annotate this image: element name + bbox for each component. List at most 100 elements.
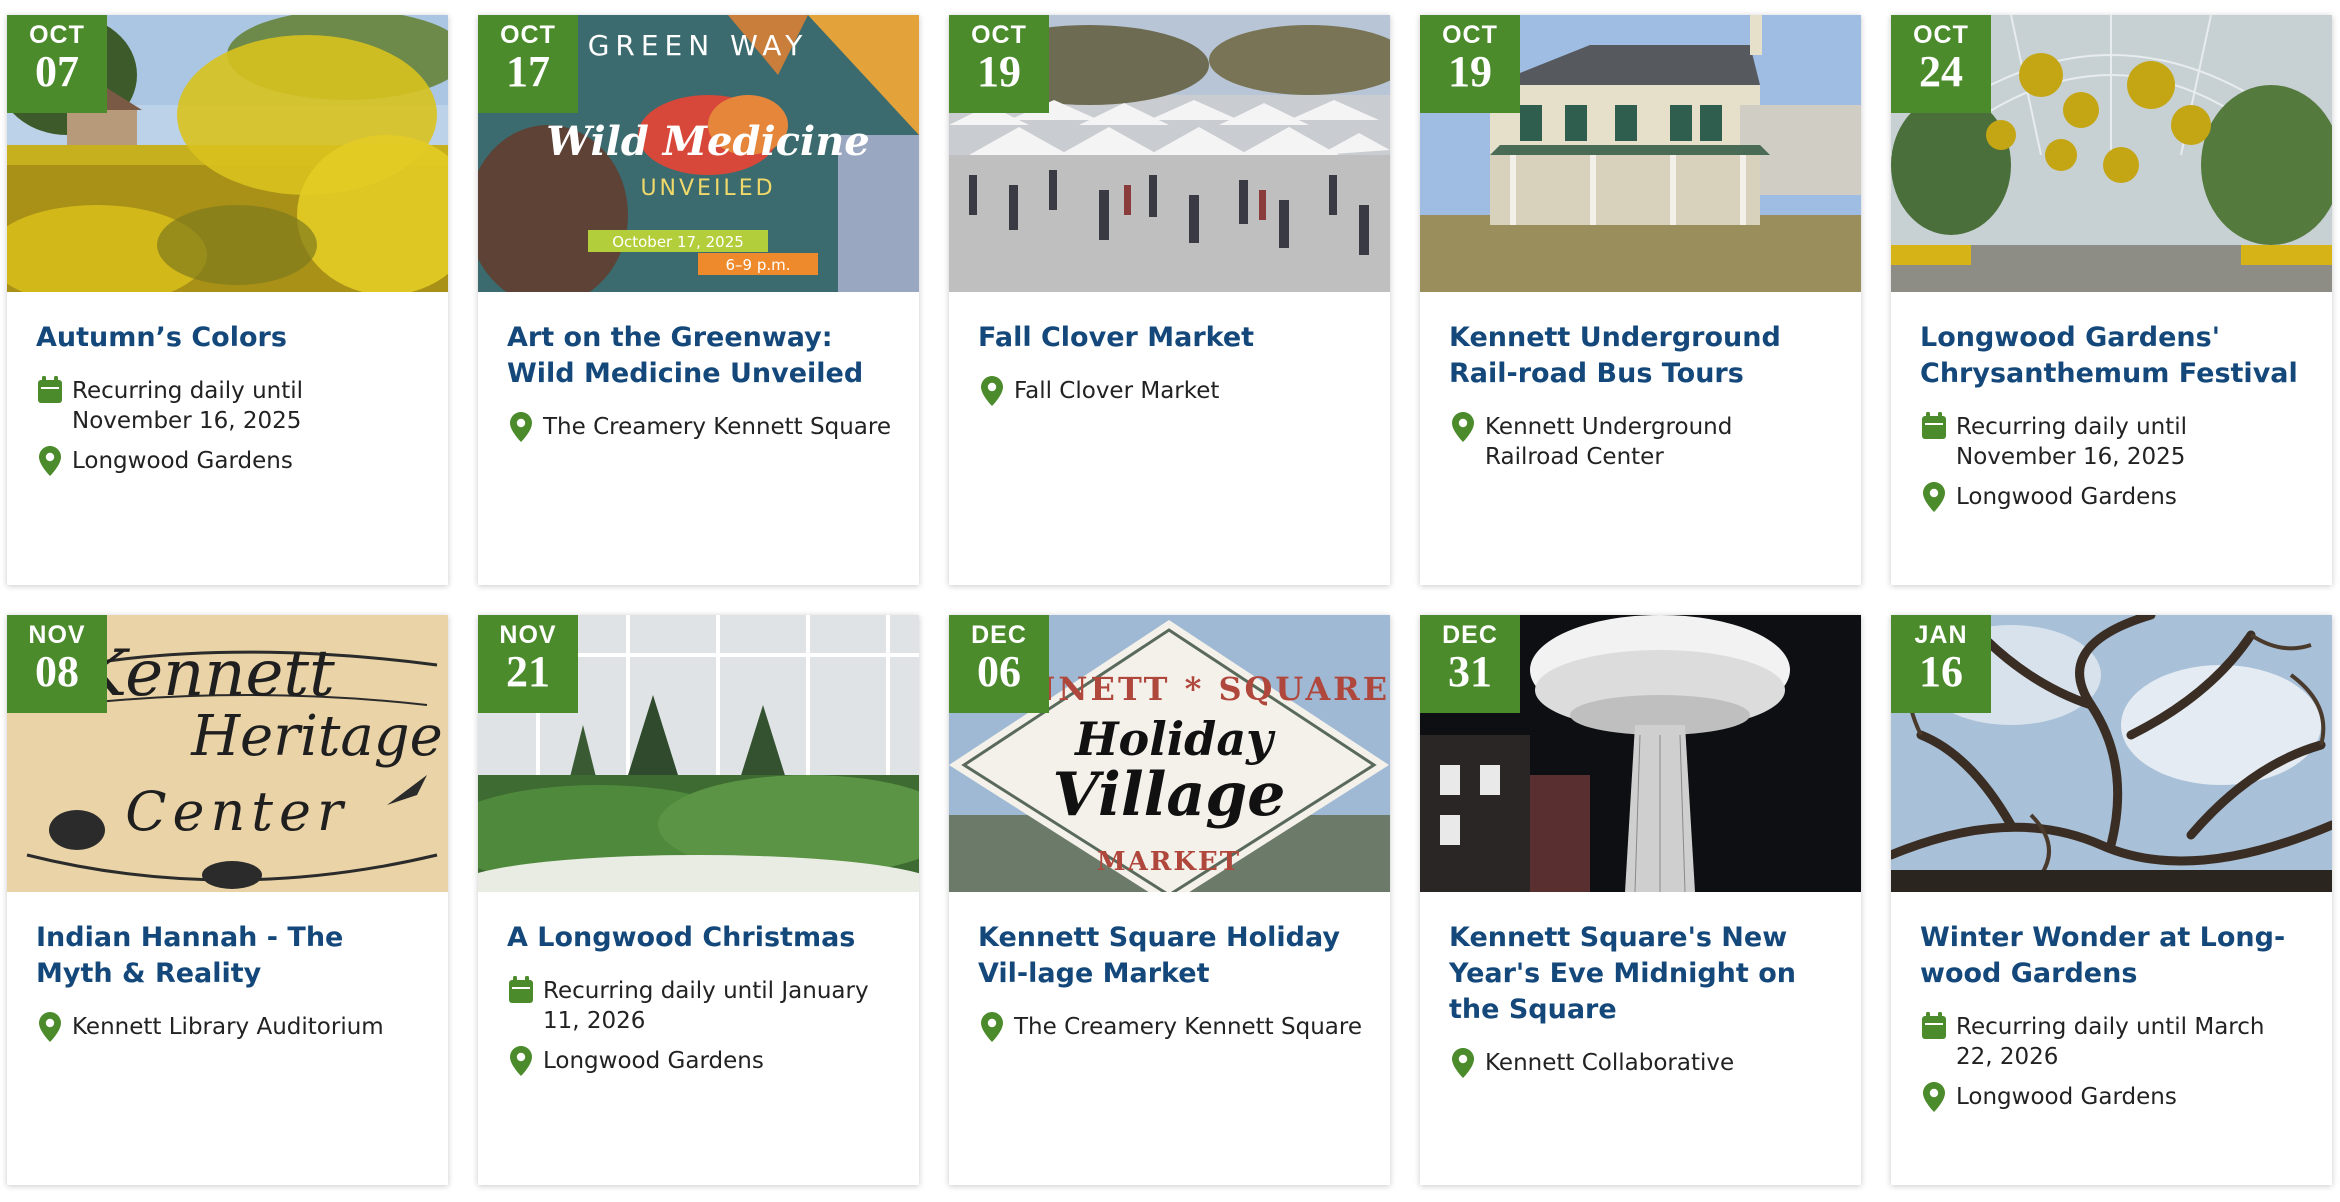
date-month: NOV	[499, 621, 557, 649]
recurring-text: Recurring daily until March 22, 2026	[1956, 1014, 2265, 1070]
location-text: The Creamery Kennett Square	[1014, 1014, 1362, 1040]
date-badge: OCT 17	[478, 15, 578, 113]
event-card[interactable]: OCT 19 Kennett Underground Rail-road Bus…	[1420, 15, 1861, 585]
event-card[interactable]: NOV 21 A Longwood Christmas Recurring da…	[478, 615, 919, 1185]
date-day: 17	[506, 47, 550, 96]
date-month: OCT	[971, 21, 1027, 49]
event-title[interactable]: Longwood Gardens' Chrysanthemum Festival	[1920, 320, 2304, 392]
event-image[interactable]: DEC 31	[1420, 615, 1861, 892]
date-badge: NOV 08	[7, 615, 107, 713]
sign-middle-2: Village	[1053, 760, 1286, 830]
poster-date: October 17, 2025	[612, 233, 744, 251]
date-day: 24	[1919, 47, 1963, 96]
location-info: The Creamery Kennett Square	[507, 412, 891, 442]
calendar-icon	[36, 376, 64, 406]
event-title[interactable]: Kennett Square's New Year's Eve Midnight…	[1449, 920, 1833, 1028]
calendar-icon	[1920, 412, 1948, 442]
location-info: Kennett Underground Railroad Center	[1449, 412, 1833, 472]
location-text: Fall Clover Market	[1014, 378, 1220, 404]
location-text: Kennett Collaborative	[1485, 1050, 1735, 1076]
date-month: OCT	[1913, 21, 1969, 49]
date-day: 21	[506, 647, 550, 696]
event-card[interactable]: Kennett Heritage Center NOV 08 Indian Ha…	[7, 615, 448, 1185]
recurring-text: Recurring daily until November 16, 2025	[1956, 414, 2188, 470]
logo-line-2: Heritage	[190, 704, 443, 769]
date-badge: JAN 16	[1891, 615, 1991, 713]
event-card[interactable]: JAN 16 Winter Wonder at Long-wood Garden…	[1891, 615, 2332, 1185]
map-pin-icon	[507, 412, 535, 442]
event-title[interactable]: Indian Hannah - The Myth & Reality	[36, 920, 420, 992]
event-image[interactable]: NOV 21	[478, 615, 919, 892]
date-badge: DEC 31	[1420, 615, 1520, 713]
event-card[interactable]: OCT 24 Longwood Gardens' Chrysanthemum F…	[1891, 15, 2332, 585]
location-info: Kennett Collaborative	[1449, 1048, 1833, 1078]
date-month: OCT	[29, 21, 85, 49]
location-info: Kennett Library Auditorium	[36, 1012, 420, 1042]
location-info: Longwood Gardens	[1920, 1082, 2304, 1112]
location-info: The Creamery Kennett Square	[978, 1012, 1362, 1042]
date-badge: OCT 19	[949, 15, 1049, 113]
event-card[interactable]: OCT 19 Fall Clover Market Fall Clover Ma…	[949, 15, 1390, 585]
location-info: Longwood Gardens	[36, 446, 420, 476]
recurring-info: Recurring daily until January 11, 2026	[507, 976, 891, 1036]
map-pin-icon	[36, 1012, 64, 1042]
map-pin-icon	[1449, 412, 1477, 442]
map-pin-icon	[978, 376, 1006, 406]
date-badge: DEC 06	[949, 615, 1049, 713]
recurring-info: Recurring daily until March 22, 2026	[1920, 1012, 2304, 1072]
map-pin-icon	[36, 446, 64, 476]
event-image[interactable]: OCT 19	[1420, 15, 1861, 292]
event-title[interactable]: Autumn’s Colors	[36, 320, 420, 356]
event-image[interactable]: OCT 24	[1891, 15, 2332, 292]
location-text: Kennett Underground Railroad Center	[1485, 414, 1733, 470]
map-pin-icon	[507, 1046, 535, 1076]
event-image[interactable]: OCT 19	[949, 15, 1390, 292]
logo-line-1: Kennett	[78, 637, 335, 711]
event-card[interactable]: GREEN WAY Wild Medicine UNVEILED October…	[478, 15, 919, 585]
date-month: OCT	[500, 21, 556, 49]
location-text: Longwood Gardens	[1956, 1084, 2177, 1110]
events-grid: OCT 07 Autumn’s Colors Recurring daily u…	[0, 0, 2340, 1185]
location-info: Longwood Gardens	[1920, 482, 2304, 512]
calendar-icon	[507, 976, 535, 1006]
location-text: Longwood Gardens	[1956, 484, 2177, 510]
recurring-text: Recurring daily until January 11, 2026	[543, 978, 869, 1034]
event-title[interactable]: Kennett Square Holiday Vil-lage Market	[978, 920, 1362, 992]
calendar-icon	[1920, 1012, 1948, 1042]
event-image[interactable]: OCT 07	[7, 15, 448, 292]
event-title[interactable]: Winter Wonder at Long-wood Gardens	[1920, 920, 2304, 992]
poster-top-text: GREEN WAY	[588, 29, 809, 62]
location-text: Longwood Gardens	[543, 1048, 764, 1074]
logo-line-3: Center	[125, 780, 349, 843]
poster-time: 6–9 p.m.	[725, 256, 790, 274]
recurring-info: Recurring daily until November 16, 2025	[36, 376, 420, 436]
event-image[interactable]: KENNETT * SQUARE Holiday Village MARKET …	[949, 615, 1390, 892]
location-info: Fall Clover Market	[978, 376, 1362, 406]
sign-bottom-text: MARKET	[1097, 847, 1241, 877]
date-day: 08	[35, 647, 79, 696]
event-card[interactable]: DEC 31 Kennett Square's New Year's Eve M…	[1420, 615, 1861, 1185]
event-image[interactable]: JAN 16	[1891, 615, 2332, 892]
date-month: DEC	[971, 621, 1027, 649]
date-month: JAN	[1914, 621, 1968, 649]
date-month: DEC	[1442, 621, 1498, 649]
location-text: Kennett Library Auditorium	[72, 1014, 384, 1040]
event-title[interactable]: Fall Clover Market	[978, 320, 1362, 356]
date-badge: NOV 21	[478, 615, 578, 713]
location-text: The Creamery Kennett Square	[543, 414, 891, 440]
event-card[interactable]: KENNETT * SQUARE Holiday Village MARKET …	[949, 615, 1390, 1185]
event-card[interactable]: OCT 07 Autumn’s Colors Recurring daily u…	[7, 15, 448, 585]
location-info: Longwood Gardens	[507, 1046, 891, 1076]
event-title[interactable]: Kennett Underground Rail-road Bus Tours	[1449, 320, 1833, 392]
date-month: OCT	[1442, 21, 1498, 49]
event-image[interactable]: Kennett Heritage Center NOV 08	[7, 615, 448, 892]
event-title[interactable]: Art on the Greenway: Wild Medicine Unvei…	[507, 320, 891, 392]
date-day: 19	[977, 47, 1021, 96]
event-image[interactable]: GREEN WAY Wild Medicine UNVEILED October…	[478, 15, 919, 292]
date-month: NOV	[28, 621, 86, 649]
date-badge: OCT 24	[1891, 15, 1991, 113]
poster-subline: UNVEILED	[640, 176, 775, 201]
event-title[interactable]: A Longwood Christmas	[507, 920, 891, 956]
date-day: 16	[1919, 647, 1963, 696]
map-pin-icon	[1449, 1048, 1477, 1078]
